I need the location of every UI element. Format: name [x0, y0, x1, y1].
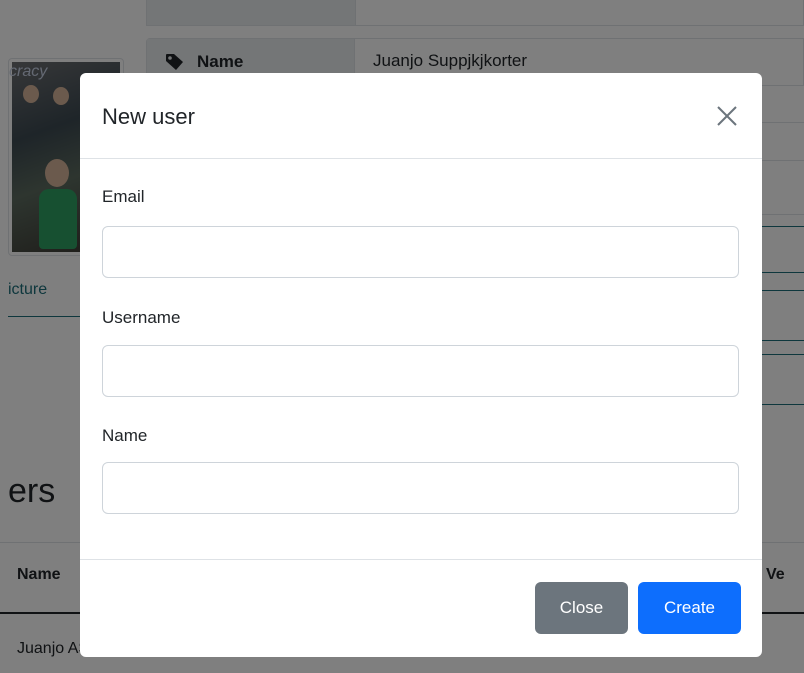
- username-label: Username: [102, 308, 181, 327]
- close-button[interactable]: Close: [535, 582, 628, 634]
- email-label: Email: [102, 187, 145, 206]
- close-icon[interactable]: [713, 102, 741, 130]
- create-button[interactable]: Create: [638, 582, 741, 634]
- modal-title: New user: [102, 104, 195, 129]
- modal-header: New user: [80, 73, 762, 159]
- new-user-modal: New user Email Username Name Close Creat…: [80, 73, 762, 657]
- email-field[interactable]: [102, 226, 739, 278]
- name-field[interactable]: [102, 462, 739, 514]
- name-label: Name: [102, 426, 148, 445]
- username-field[interactable]: [102, 345, 739, 397]
